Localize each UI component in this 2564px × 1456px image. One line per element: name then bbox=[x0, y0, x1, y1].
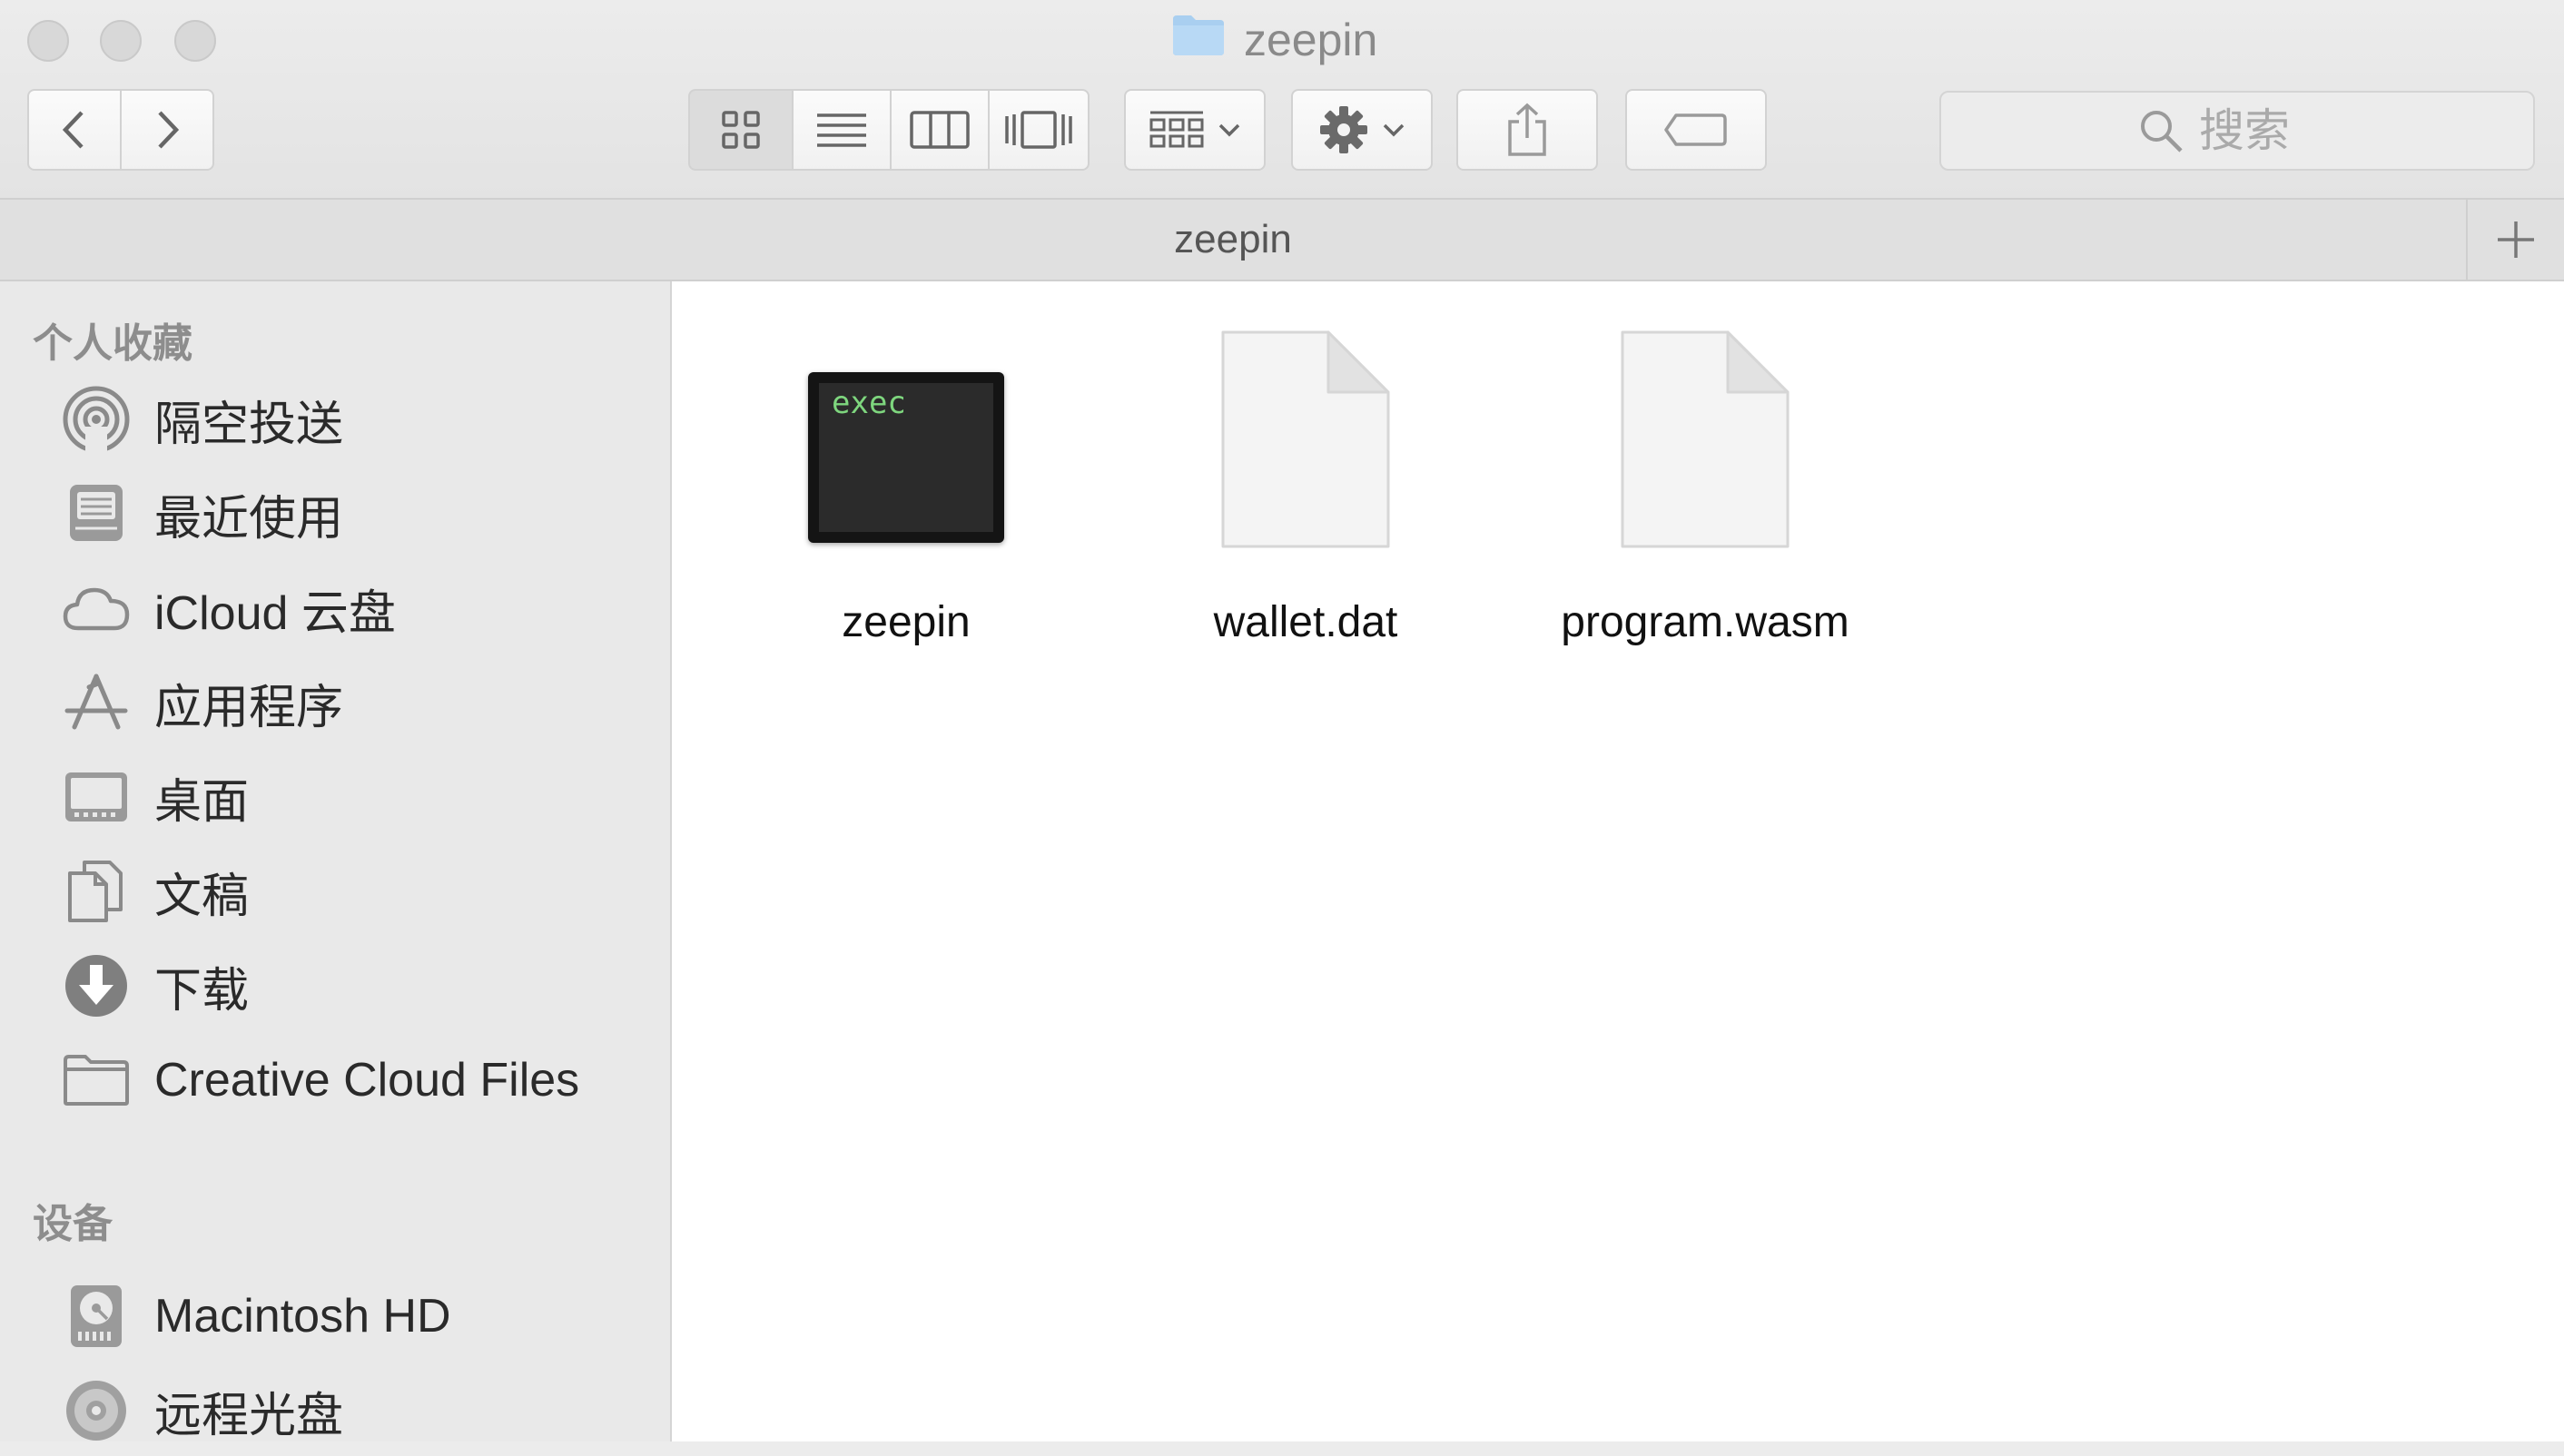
sidebar-item-applications[interactable]: 应用程序 bbox=[0, 657, 670, 748]
window-title-text: zeepin bbox=[1244, 15, 1378, 65]
tab-bar: zeepin bbox=[0, 198, 2564, 281]
file-name: wallet.dat bbox=[1213, 598, 1398, 646]
sidebar-item-label: 桌面 bbox=[154, 775, 250, 829]
tag-icon bbox=[1664, 113, 1727, 146]
column-view-button[interactable] bbox=[890, 89, 990, 171]
sidebar-item-creative-cloud[interactable]: Creative Cloud Files bbox=[0, 1035, 670, 1126]
desktop-icon bbox=[62, 762, 131, 831]
file-browser: exec zeepin wallet.dat program.wasm bbox=[672, 281, 2564, 1441]
sidebar-item-label: 隔空投送 bbox=[154, 398, 344, 451]
forward-button[interactable] bbox=[120, 89, 214, 171]
file-name: program.wasm bbox=[1561, 598, 1849, 646]
folder-icon bbox=[1171, 12, 1226, 68]
sidebar-item-label: 最近使用 bbox=[154, 492, 344, 546]
sidebar-item-desktop[interactable]: 桌面 bbox=[0, 752, 670, 842]
plus-icon bbox=[2498, 221, 2534, 258]
sidebar-item-remote-disc[interactable]: 远程光盘 bbox=[0, 1365, 670, 1456]
tab-zeepin[interactable]: zeepin bbox=[0, 200, 2466, 280]
search-icon bbox=[2141, 111, 2183, 152]
documents-icon bbox=[62, 857, 131, 926]
file-item[interactable]: exec zeepin bbox=[715, 307, 1097, 670]
tag-button[interactable] bbox=[1625, 89, 1767, 171]
sidebar-item-airdrop[interactable]: 隔空投送 bbox=[0, 374, 670, 465]
sidebar-item-label: 文稿 bbox=[154, 870, 250, 923]
sidebar-item-macintosh-hd[interactable]: Macintosh HD bbox=[0, 1271, 670, 1362]
file-name: zeepin bbox=[842, 598, 971, 646]
favorites-heading: 个人收藏 bbox=[33, 321, 192, 366]
icon-view-button[interactable] bbox=[688, 89, 794, 171]
sidebar-item-downloads[interactable]: 下载 bbox=[0, 940, 670, 1031]
zoom-button[interactable] bbox=[174, 20, 216, 62]
view-mode-group bbox=[688, 89, 1090, 171]
recents-icon bbox=[62, 479, 131, 548]
sidebar-item-label: Macintosh HD bbox=[154, 1290, 451, 1343]
forward-icon bbox=[158, 111, 180, 149]
blank-document-icon bbox=[1219, 307, 1392, 550]
sidebar-item-recents[interactable]: 最近使用 bbox=[0, 468, 670, 559]
sidebar-item-label: 远程光盘 bbox=[154, 1389, 344, 1442]
sidebar-item-label: 下载 bbox=[154, 964, 250, 1018]
sidebar-item-documents[interactable]: 文稿 bbox=[0, 846, 670, 937]
icon-view-icon bbox=[722, 111, 760, 149]
sidebar-item-icloud[interactable]: iCloud 云盘 bbox=[0, 563, 670, 654]
airdrop-icon bbox=[62, 385, 131, 454]
cover-flow-button[interactable] bbox=[988, 89, 1090, 171]
list-view-icon bbox=[817, 113, 866, 147]
downloads-icon bbox=[62, 951, 131, 1020]
sidebar-item-label: Creative Cloud Files bbox=[154, 1054, 580, 1107]
new-tab-button[interactable] bbox=[2466, 200, 2564, 280]
folder-icon bbox=[62, 1046, 131, 1115]
window-toolbar: zeepin bbox=[0, 0, 2564, 198]
group-by-icon bbox=[1149, 111, 1204, 148]
remote-disc-icon bbox=[62, 1376, 131, 1445]
cover-flow-icon bbox=[1005, 111, 1072, 149]
search-field[interactable] bbox=[1939, 91, 2535, 171]
hard-drive-icon bbox=[62, 1282, 131, 1351]
share-icon bbox=[1508, 103, 1546, 156]
navigation-group bbox=[27, 89, 214, 171]
file-item[interactable]: program.wasm bbox=[1514, 307, 1896, 670]
gear-icon bbox=[1320, 106, 1367, 153]
back-button[interactable] bbox=[27, 89, 122, 171]
file-item[interactable]: wallet.dat bbox=[1115, 307, 1496, 670]
icloud-icon bbox=[62, 574, 131, 643]
chevron-down-icon bbox=[1383, 123, 1405, 137]
close-button[interactable] bbox=[27, 20, 69, 62]
column-view-icon bbox=[910, 111, 970, 149]
exec-badge: exec bbox=[832, 385, 906, 421]
unix-executable-icon: exec bbox=[808, 307, 1004, 550]
action-button[interactable] bbox=[1291, 89, 1433, 171]
devices-heading: 设备 bbox=[33, 1202, 113, 1246]
sidebar-item-label: iCloud 云盘 bbox=[154, 586, 396, 640]
chevron-down-icon bbox=[1218, 123, 1240, 137]
tab-label: zeepin bbox=[1174, 217, 1292, 261]
back-icon bbox=[62, 111, 84, 149]
share-button[interactable] bbox=[1456, 89, 1598, 171]
search-input[interactable] bbox=[2197, 103, 2337, 158]
group-by-button[interactable] bbox=[1124, 89, 1266, 171]
applications-icon bbox=[62, 668, 131, 737]
minimize-button[interactable] bbox=[100, 20, 142, 62]
sidebar: 个人收藏 隔空投送 最近使用 iCloud 云盘 应用程序 桌面 文稿 下载 C… bbox=[0, 281, 672, 1442]
list-view-button[interactable] bbox=[792, 89, 892, 171]
sidebar-item-label: 应用程序 bbox=[154, 681, 344, 734]
window-title: zeepin bbox=[1171, 13, 1377, 67]
blank-document-icon bbox=[1619, 307, 1791, 550]
